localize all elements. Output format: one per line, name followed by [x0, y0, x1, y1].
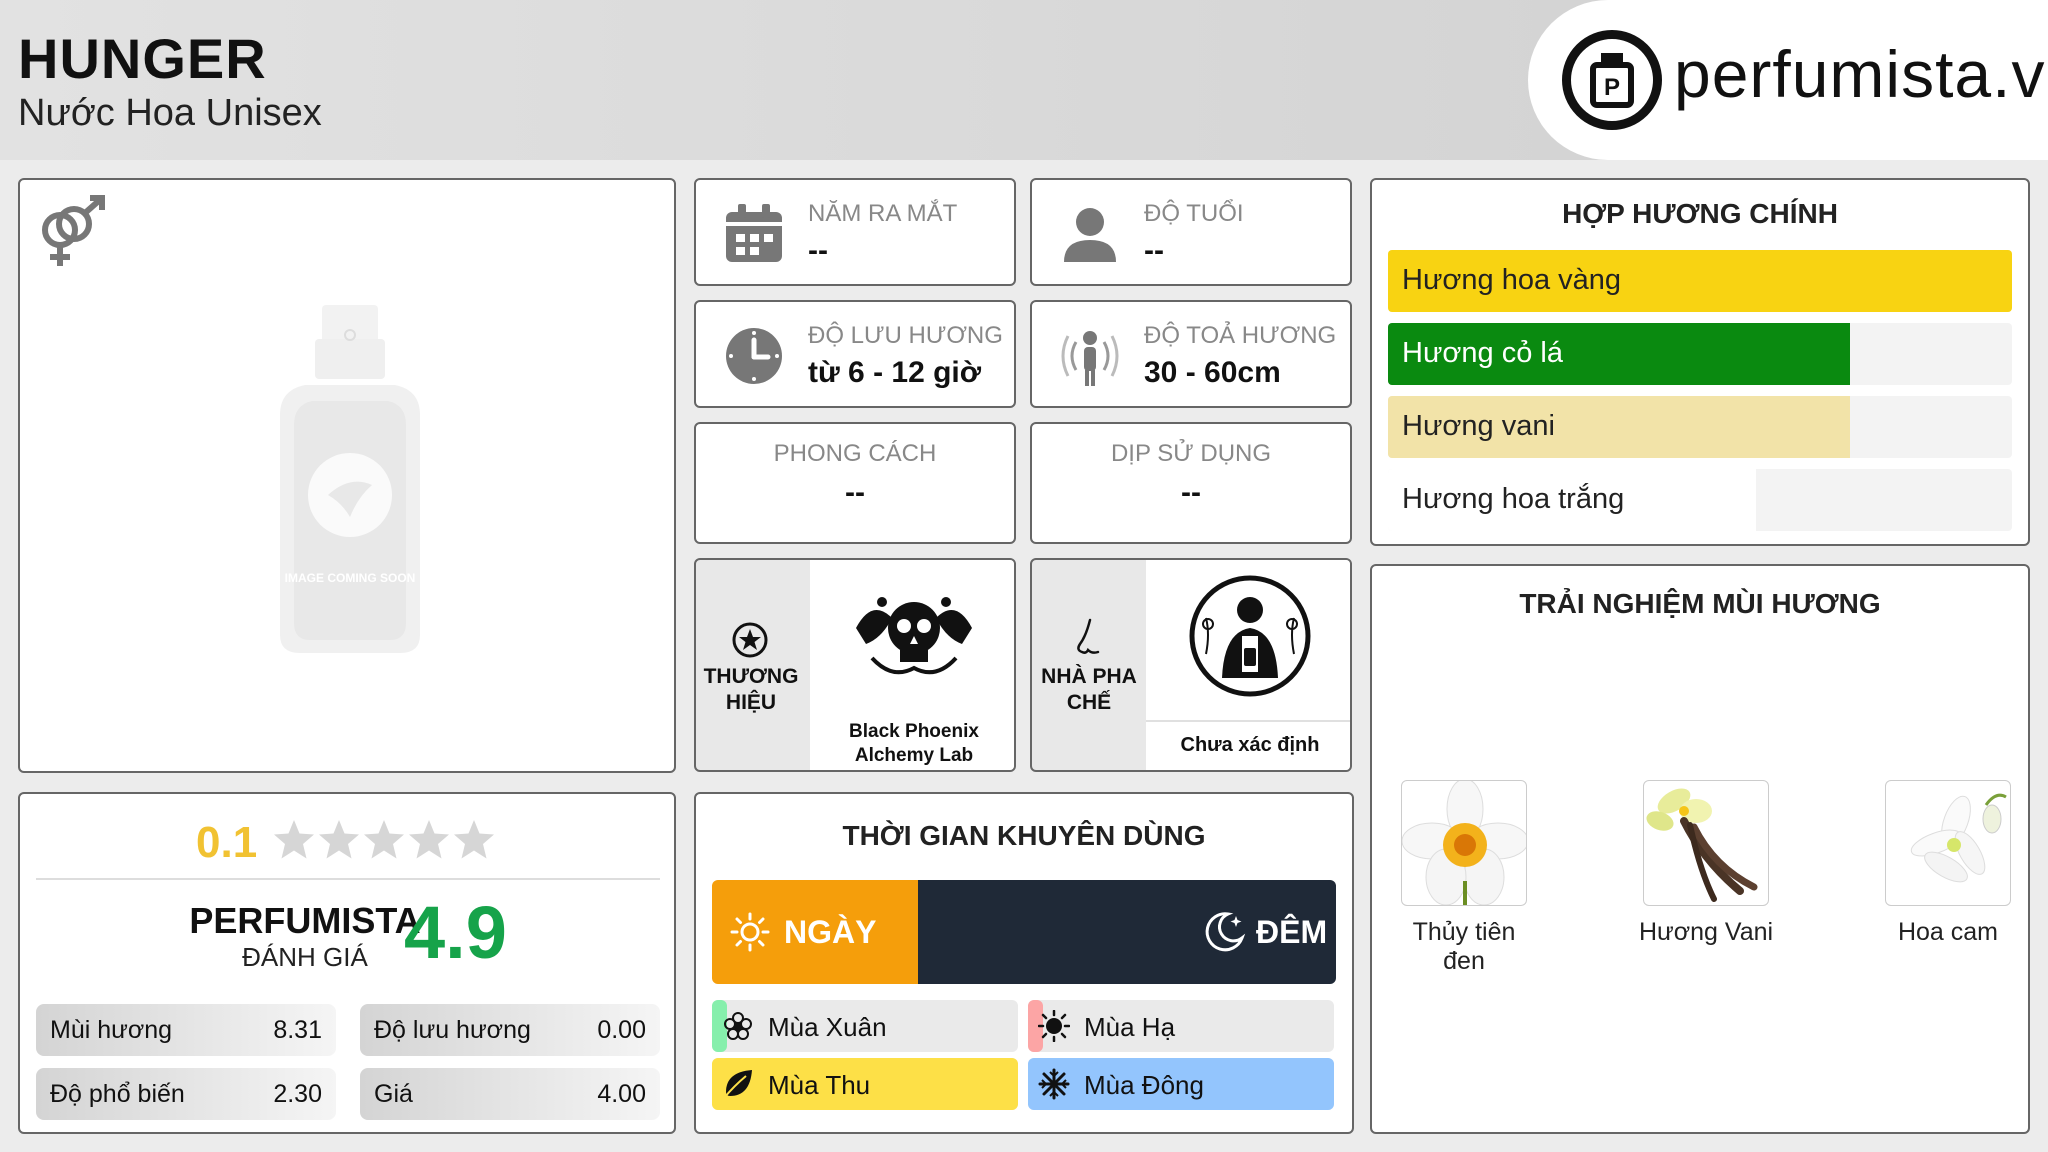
accord-row: Hương hoa trắng [1388, 469, 2012, 531]
metric-longevity: Độ lưu hương 0.00 [360, 1004, 660, 1056]
sillage-icon [1060, 326, 1120, 386]
star-rating[interactable] [272, 818, 502, 864]
orange-blossom-icon [1910, 793, 2007, 883]
perfumer-label: NHÀ PHA CHẾ [1041, 665, 1137, 714]
brand-label: THƯƠNG HIỆU [703, 665, 799, 714]
card-age: ĐỘ TUỔI -- [1030, 178, 1352, 286]
perfumer-name: Chưa xác định [1146, 720, 1350, 757]
note-orange-blossom-card[interactable] [1885, 780, 2011, 906]
page-header: HUNGER Nước Hoa Unisex P perfumista.vn [0, 0, 2048, 160]
perfumista-score: 4.9 [404, 891, 507, 974]
image-coming-soon-text: IMAGE COMING SOON [284, 571, 416, 585]
logo-text: perfumista.vn [1674, 37, 2048, 111]
day-label: NGÀY [784, 914, 877, 950]
experience-title: TRẢI NGHIỆM MÙI HƯƠNG [1519, 588, 1881, 619]
star-icon[interactable] [362, 818, 406, 862]
snowflake-icon [1038, 1068, 1070, 1100]
narcissus-icon [1402, 781, 1526, 905]
note-vanilla-card[interactable] [1643, 780, 1769, 906]
note-orange-blossom-name: Hoa cam [1897, 918, 1999, 946]
svg-text:P: P [1604, 74, 1620, 101]
perfume-subtitle: Nước Hoa Unisex [18, 92, 322, 134]
skull-emblem-icon [852, 588, 976, 680]
star-badge-icon [730, 620, 770, 660]
brand-image-area: Black Phoenix Alchemy Lab [810, 560, 1014, 770]
release-year-value: -- [808, 234, 828, 267]
accord-label: Hương hoa vàng [1402, 264, 1622, 296]
day-night-bar: NGÀY ĐÊM [712, 880, 1336, 984]
occasion-label: DỊP SỬ DỤNG [1110, 440, 1272, 467]
perfumer-avatar-icon [1188, 574, 1312, 698]
vanilla-icon [1646, 788, 1758, 902]
card-style: PHONG CÁCH -- [694, 422, 1016, 544]
scent-experience-panel: TRẢI NGHIỆM MÙI HƯƠNG Thủy tiên đen Hươn [1370, 564, 2030, 1134]
person-icon [1060, 204, 1120, 264]
sillage-value: 30 - 60cm [1144, 356, 1281, 389]
perfume-title: HUNGER [18, 27, 267, 90]
placeholder-bottle-image: IMAGE COMING SOON [250, 305, 450, 655]
season-winter: Mùa Đông [1028, 1058, 1334, 1110]
star-icon[interactable] [272, 818, 316, 862]
accords-title: HỢP HƯƠNG CHÍNH [1562, 198, 1838, 229]
usage-time-title: THỜI GIAN KHUYÊN DÙNG [842, 820, 1206, 851]
clock-icon [724, 326, 784, 386]
style-label: PHONG CÁCH [773, 440, 937, 467]
site-logo[interactable]: P perfumista.vn [1528, 0, 2048, 160]
occasion-value: -- [1181, 476, 1201, 509]
perfumista-rating-label: PERFUMISTA ĐÁNH GIÁ [189, 900, 421, 972]
accord-label: Hương vani [1402, 410, 1555, 442]
accord-label: Hương hoa trắng [1402, 483, 1625, 515]
star-icon[interactable] [407, 818, 451, 862]
main-accords-panel: HỢP HƯƠNG CHÍNH Hương hoa vàng Hương cỏ l… [1370, 178, 2030, 546]
accord-row: Hương hoa vàng [1388, 250, 2012, 312]
accord-row: Hương cỏ lá [1388, 323, 2012, 385]
card-brand[interactable]: THƯƠNG HIỆU Black Phoenix Alchemy Lab [694, 558, 1016, 772]
card-perfumer[interactable]: NHÀ PHA CHẾ Chưa xác định [1030, 558, 1352, 772]
note-narcissus-name: Thủy tiên đen [1412, 918, 1516, 975]
sun-icon [1038, 1010, 1070, 1042]
metric-scent: Mùi hương 8.31 [36, 1004, 336, 1056]
brand-name: Black Phoenix Alchemy Lab [849, 721, 979, 766]
nose-icon [1072, 618, 1108, 658]
age-value: -- [1144, 234, 1164, 267]
card-release-year: NĂM RA MẮT -- [694, 178, 1016, 286]
age-label: ĐỘ TUỔI [1144, 200, 1244, 227]
calendar-icon [724, 204, 784, 264]
card-longevity: ĐỘ LƯU HƯƠNG từ 6 - 12 giờ [694, 300, 1016, 408]
moon-icon [1202, 910, 1246, 954]
accord-label: Hương cỏ lá [1402, 337, 1563, 369]
season-autumn: Mùa Thu [712, 1058, 1018, 1110]
longevity-value: từ 6 - 12 giờ [808, 356, 982, 389]
metric-price: Giá 4.00 [360, 1068, 660, 1120]
night-label: ĐÊM [1256, 914, 1328, 950]
accord-row: Hương vani [1388, 396, 2012, 458]
metric-popularity: Độ phổ biến 2.30 [36, 1068, 336, 1120]
usage-time-panel: THỜI GIAN KHUYÊN DÙNG NGÀY ĐÊM Mùa Xuân … [694, 792, 1354, 1134]
rating-panel: 0.1 PERFUMISTA ĐÁNH GIÁ 4.9 Mùi hương 8.… [18, 792, 676, 1134]
flower-icon [722, 1010, 754, 1042]
sun-icon [730, 912, 770, 952]
note-vanilla-name: Hương Vani [1638, 918, 1774, 946]
user-score: 0.1 [196, 818, 258, 867]
rating-divider [36, 878, 660, 880]
season-spring: Mùa Xuân [712, 1000, 1018, 1052]
style-value: -- [845, 476, 865, 509]
release-year-label: NĂM RA MẮT [808, 200, 958, 227]
note-narcissus-card[interactable] [1401, 780, 1527, 906]
perfume-bottle-logo-icon: P [1562, 30, 1662, 130]
product-image-panel: IMAGE COMING SOON [18, 178, 676, 773]
leaf-icon [722, 1068, 754, 1100]
season-summer: Mùa Hạ [1028, 1000, 1334, 1052]
card-sillage: ĐỘ TOẢ HƯƠNG 30 - 60cm [1030, 300, 1352, 408]
longevity-label: ĐỘ LƯU HƯƠNG [808, 322, 1003, 349]
sillage-label: ĐỘ TOẢ HƯƠNG [1144, 322, 1337, 349]
star-icon[interactable] [452, 818, 496, 862]
perfumer-image-area: Chưa xác định [1146, 560, 1350, 770]
card-occasion: DỊP SỬ DỤNG -- [1030, 422, 1352, 544]
star-icon[interactable] [317, 818, 361, 862]
gender-unisex-icon [34, 194, 114, 274]
